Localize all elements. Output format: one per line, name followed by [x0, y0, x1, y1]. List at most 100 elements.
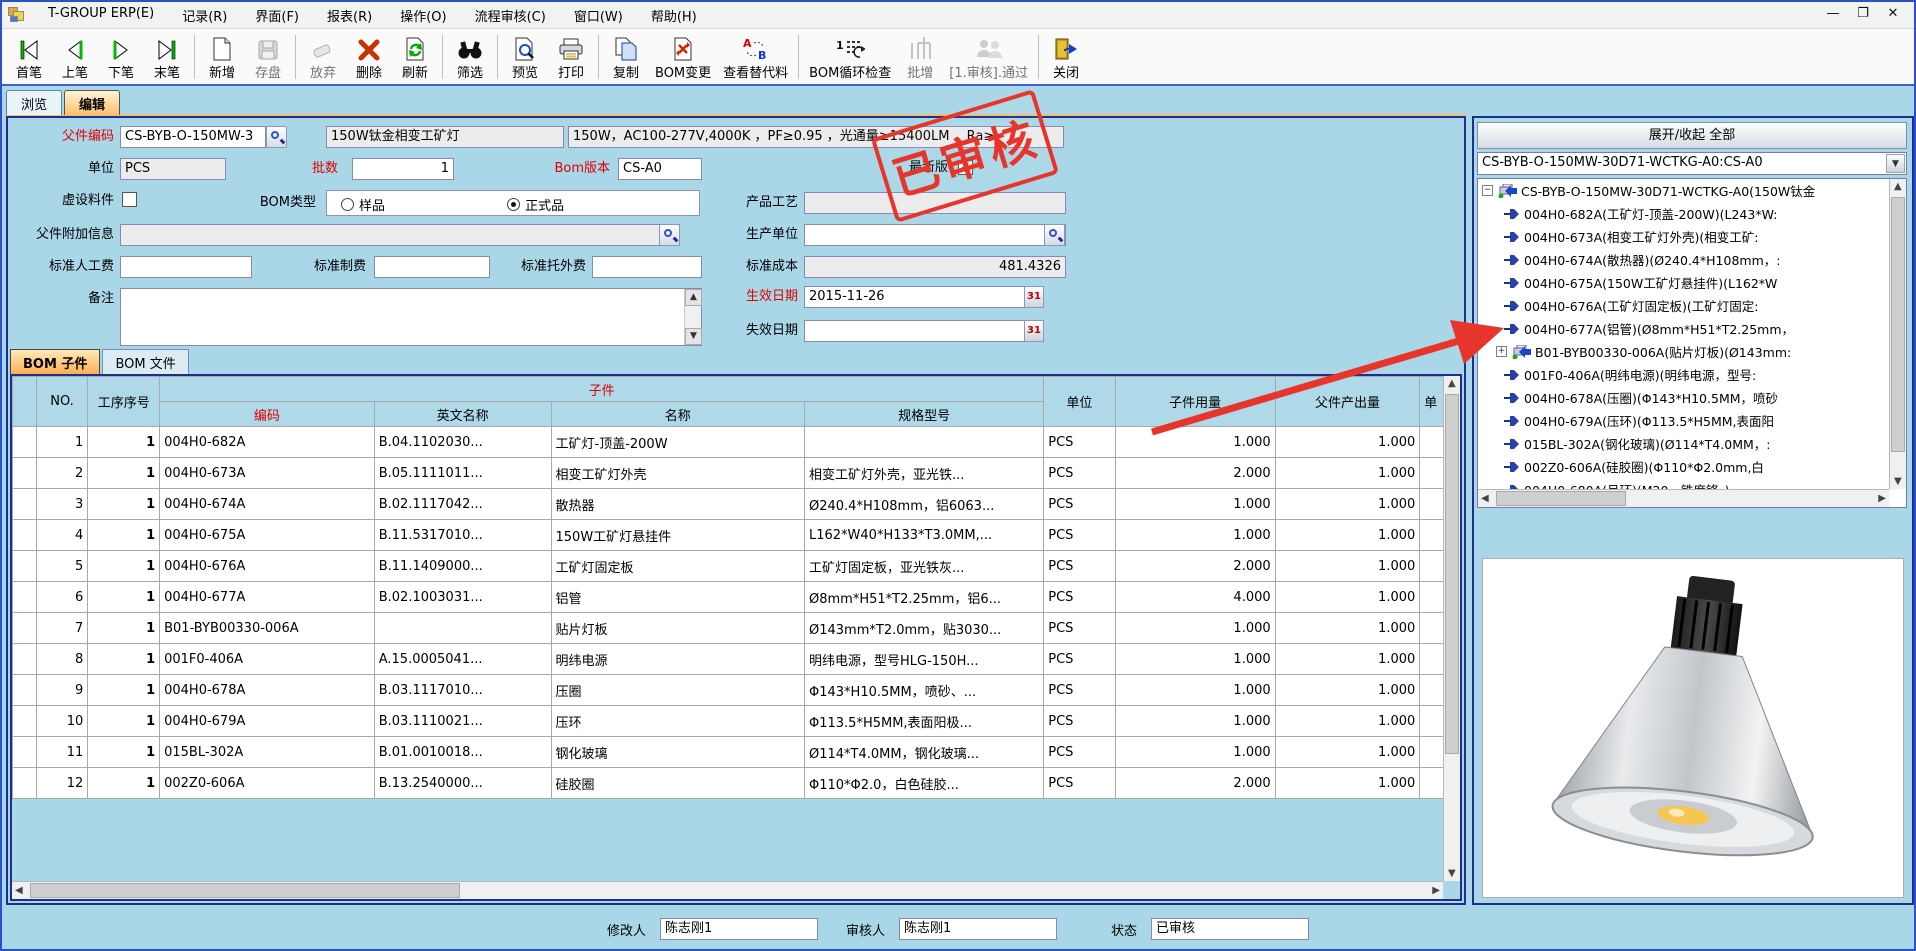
row-indicator[interactable]: [13, 458, 37, 489]
cell-spec[interactable]: 相变工矿灯外壳，亚光铁...: [805, 458, 1044, 489]
cell-parent-out[interactable]: 1.000: [1275, 458, 1420, 489]
cell-seq[interactable]: 1: [88, 458, 160, 489]
menu-item-1[interactable]: T-GROUP ERP(E): [34, 2, 168, 29]
cell-en-name[interactable]: B.03.1110021...: [374, 706, 551, 737]
parent-code-field[interactable]: CS-BYB-O-150MW-3: [120, 126, 266, 148]
cell-parent-out[interactable]: 1.000: [1275, 644, 1420, 675]
menu-item-3[interactable]: 界面(F): [241, 2, 313, 29]
cell-no[interactable]: 12: [36, 768, 88, 799]
cell-no[interactable]: 11: [36, 737, 88, 768]
cell-seq[interactable]: 1: [88, 427, 160, 458]
scroll-up-icon[interactable]: ▲: [685, 289, 702, 306]
cell-parent-out[interactable]: 1.000: [1275, 489, 1420, 520]
table-row[interactable]: 81001F0-406AA.15.0005041...明纬电源明纬电源，型号HL…: [13, 644, 1460, 675]
effective-date-field[interactable]: 2015-11-26: [804, 286, 1044, 308]
toolbar-button-close-door[interactable]: 关闭: [1043, 31, 1089, 83]
cell-parent-out[interactable]: 1.000: [1275, 582, 1420, 613]
cell-parent-out[interactable]: 1.000: [1275, 737, 1420, 768]
col-header-seq[interactable]: 工序序号: [88, 377, 160, 427]
tab-edit[interactable]: 编辑: [64, 90, 120, 115]
tree-item[interactable]: 004H0-676A(工矿灯固定板)(工矿灯固定:: [1478, 294, 1889, 317]
cell-spec[interactable]: L243*W243*T1.0MM.亚光...: [805, 427, 1044, 458]
cell-spec[interactable]: 工矿灯固定板，亚光铁灰...: [805, 551, 1044, 582]
cell-name[interactable]: 铝管: [551, 582, 805, 613]
cell-seq[interactable]: 1: [88, 489, 160, 520]
toolbar-button-copy[interactable]: 复制: [603, 31, 649, 83]
cell-parent-out[interactable]: 1.000: [1275, 551, 1420, 582]
cell-parent-out[interactable]: 1.000: [1275, 613, 1420, 644]
maximize-button[interactable]: ❐: [1850, 5, 1876, 25]
scroll-right-icon[interactable]: ▶: [1878, 493, 1886, 504]
cell-code[interactable]: 004H0-682A: [160, 427, 375, 458]
table-vertical-scrollbar[interactable]: ▲ ▼: [1443, 376, 1460, 881]
cell-en-name[interactable]: A.15.0005041...: [374, 644, 551, 675]
cell-spec[interactable]: Φ143*H10.5MM，喷砂、...: [805, 675, 1044, 706]
col-header-parent-out[interactable]: 父件产出量: [1275, 377, 1420, 427]
cell-code[interactable]: 004H0-679A: [160, 706, 375, 737]
cell-name[interactable]: 钢化玻璃: [551, 737, 805, 768]
toolbar-button-print[interactable]: 打印: [548, 31, 594, 83]
scroll-down-icon[interactable]: ▼: [1448, 868, 1456, 879]
effective-date-calendar-button[interactable]: 31: [1024, 286, 1044, 308]
cell-en-name[interactable]: [374, 613, 551, 644]
tree-item[interactable]: 004H0-673A(相变工矿灯外壳)(相变工矿:: [1478, 225, 1889, 248]
cell-unit[interactable]: PCS: [1044, 427, 1115, 458]
cell-no[interactable]: 10: [36, 706, 88, 737]
cell-code[interactable]: 004H0-675A: [160, 520, 375, 551]
cell-parent-out[interactable]: 1.000: [1275, 768, 1420, 799]
cell-spec[interactable]: Ø8mm*H51*T2.25mm，铝6...: [805, 582, 1044, 613]
cell-seq[interactable]: 1: [88, 737, 160, 768]
tree-item[interactable]: 004H0-679A(压环)(Φ113.5*H5MM,表面阳: [1478, 409, 1889, 432]
bom-version-dropdown[interactable]: CS-BYB-O-150MW-30D71-WCTKG-A0:CS-A0 ▼: [1477, 152, 1907, 175]
parent-code-lookup-button[interactable]: [266, 126, 287, 148]
std-outsource-field[interactable]: [592, 256, 702, 278]
bom-type-sample-radio[interactable]: 样品: [341, 195, 385, 214]
toolbar-button-first-record[interactable]: 首笔: [6, 31, 52, 83]
toolbar-button-prev-record[interactable]: 上笔: [52, 31, 98, 83]
cell-no[interactable]: 4: [36, 520, 88, 551]
expire-date-calendar-button[interactable]: 31: [1024, 320, 1044, 342]
scroll-left-icon[interactable]: ◀: [15, 885, 23, 896]
tree-item[interactable]: 004H0-674A(散热器)(Ø240.4*H108mm，:: [1478, 248, 1889, 271]
production-unit-field[interactable]: [804, 224, 1066, 246]
cell-no[interactable]: 2: [36, 458, 88, 489]
tree-root-item[interactable]: −CS-BYB-O-150MW-30D71-WCTKG-A0(150W钛金: [1478, 179, 1889, 202]
cell-code[interactable]: B01-BYB00330-006A: [160, 613, 375, 644]
menu-item-7[interactable]: 窗口(W): [560, 2, 637, 29]
tree-item[interactable]: 015BL-302A(钢化玻璃)(Ø114*T4.0MM，:: [1478, 432, 1889, 455]
col-header-no[interactable]: NO.: [36, 377, 88, 427]
row-indicator[interactable]: [13, 768, 37, 799]
menu-item-5[interactable]: 操作(O): [386, 2, 460, 29]
row-indicator[interactable]: [13, 675, 37, 706]
cell-parent-out[interactable]: 1.000: [1275, 706, 1420, 737]
cell-name[interactable]: 硅胶圈: [551, 768, 805, 799]
virtual-part-checkbox[interactable]: [122, 192, 137, 207]
cell-unit[interactable]: PCS: [1044, 582, 1115, 613]
col-header-name[interactable]: 名称: [551, 402, 805, 427]
cell-qty[interactable]: 1.000: [1115, 613, 1275, 644]
cell-code[interactable]: 002Z0-606A: [160, 768, 375, 799]
row-indicator[interactable]: [13, 582, 37, 613]
scroll-right-icon[interactable]: ▶: [1432, 885, 1440, 896]
table-row[interactable]: 21004H0-673AB.05.1111011...相变工矿灯外壳相变工矿灯外…: [13, 458, 1460, 489]
cell-code[interactable]: 004H0-676A: [160, 551, 375, 582]
table-row[interactable]: 71B01-BYB00330-006A贴片灯板Ø143mm*T2.0mm，贴30…: [13, 613, 1460, 644]
cell-code[interactable]: 004H0-673A: [160, 458, 375, 489]
cell-qty[interactable]: 1.000: [1115, 644, 1275, 675]
tree-item[interactable]: 001F0-406A(明纬电源)(明纬电源，型号:: [1478, 363, 1889, 386]
cell-qty[interactable]: 1.000: [1115, 737, 1275, 768]
menu-item-4[interactable]: 报表(R): [313, 2, 386, 29]
cell-parent-out[interactable]: 1.000: [1275, 520, 1420, 551]
toolbar-button-substitute[interactable]: AB查看替代料: [717, 31, 794, 83]
cell-en-name[interactable]: B.13.2540000...: [374, 768, 551, 799]
toolbar-button-bom-change[interactable]: BOM变更: [649, 31, 717, 83]
scroll-left-icon[interactable]: ◀: [1481, 493, 1489, 504]
cell-unit[interactable]: PCS: [1044, 675, 1115, 706]
toolbar-button-delete[interactable]: 删除: [346, 31, 392, 83]
cell-seq[interactable]: 1: [88, 675, 160, 706]
cell-spec[interactable]: Ø240.4*H108mm，铝6063...: [805, 489, 1044, 520]
menu-item-8[interactable]: 帮助(H): [637, 2, 711, 29]
cell-unit[interactable]: PCS: [1044, 706, 1115, 737]
row-indicator[interactable]: [13, 706, 37, 737]
batch-field[interactable]: 1: [352, 158, 454, 180]
